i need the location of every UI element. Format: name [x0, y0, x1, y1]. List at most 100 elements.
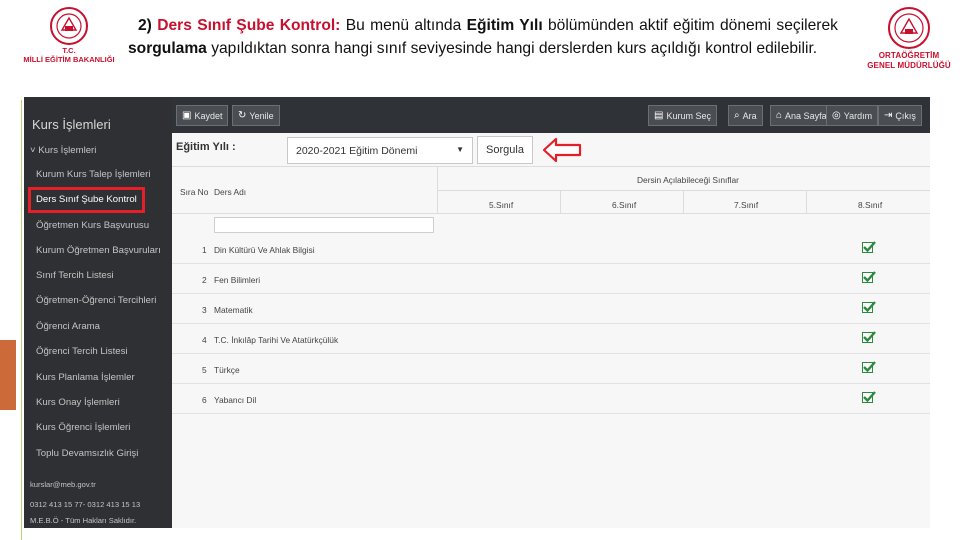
- home-button[interactable]: ⌂ Ana Sayfa: [770, 105, 833, 126]
- sidebar-item-kurs-islemleri[interactable]: ˅ Kurs İşlemleri: [30, 145, 96, 156]
- sidebar-item-ogretmen-kurs-basvurusu[interactable]: Öğretmen Kurs Başvurusu: [36, 220, 149, 231]
- table-top-border: [172, 166, 930, 167]
- grade-8-checkbox[interactable]: [862, 241, 876, 253]
- query-button[interactable]: Sorgula: [477, 136, 533, 164]
- row-number: 5: [202, 365, 207, 375]
- sidebar-item-ogrenci-arama[interactable]: Öğrenci Arama: [36, 321, 100, 332]
- refresh-icon: ↻: [238, 110, 247, 121]
- checkmark-icon: [863, 331, 876, 343]
- course-name: Yabancı Dil: [214, 395, 257, 405]
- column-divider: [683, 190, 684, 213]
- footer-phone: 0312 413 15 77- 0312 413 15 13: [30, 500, 141, 509]
- decorative-line: [21, 100, 22, 540]
- education-year-value: 2020-2021 Eğitim Dönemi: [296, 145, 418, 157]
- checkmark-icon: [863, 391, 876, 403]
- footer-email[interactable]: kurslar@meb.gov.tr: [30, 480, 96, 489]
- sidebar: Kurs İşlemleri ˅ Kurs İşlemleri Kurum Ku…: [24, 97, 172, 528]
- column-group-header: Dersin Açılabileceği Sınıflar: [637, 175, 739, 185]
- row-number: 6: [202, 395, 207, 405]
- meb-emblem-icon: [50, 7, 88, 45]
- table-row[interactable]: 1 Din Kültürü Ve Ahlak Bilgisi: [172, 234, 930, 264]
- column-header-ders-adi: Ders Adı: [214, 187, 247, 197]
- ogm-logo-caption-2: GENEL MÜDÜRLÜĞÜ: [867, 61, 951, 71]
- sidebar-item-kurs-onay[interactable]: Kurs Onay İşlemleri: [36, 397, 120, 408]
- column-header-sira-no: Sıra No: [180, 187, 209, 197]
- checkmark-icon: [863, 241, 876, 253]
- step-title: Ders Sınıf Şube Kontrol:: [157, 17, 341, 34]
- home-label: Ana Sayfa: [785, 110, 827, 121]
- grade-8-checkbox[interactable]: [862, 391, 876, 403]
- refresh-label: Yenile: [249, 110, 274, 121]
- table-row[interactable]: 4 T.C. İnkılâp Tarihi Ve Atatürkçülük: [172, 324, 930, 354]
- search-label: Ara: [742, 110, 757, 121]
- refresh-button[interactable]: ↻ Yenile: [232, 105, 280, 126]
- sidebar-item-ogrenci-tercih-listesi[interactable]: Öğrenci Tercih Listesi: [36, 346, 128, 357]
- sidebar-item-kurs-planlama[interactable]: Kurs Planlama İşlemler: [36, 372, 135, 383]
- column-divider: [806, 190, 807, 213]
- grade-8-checkbox[interactable]: [862, 271, 876, 283]
- sidebar-item-kurum-ogretmen-basvurulari[interactable]: Kurum Öğretmen Başvuruları: [36, 245, 161, 256]
- column-divider: [560, 190, 561, 213]
- ogm-logo: ORTAÖĞRETİM GENEL MÜDÜRLÜĞÜ: [854, 6, 960, 71]
- sidebar-item-toplu-devamsizlik[interactable]: Toplu Devamsızlık Girişi: [36, 448, 138, 459]
- main-panel: ▣ Kaydet ↻ Yenile ▤ Kurum Seç ⌕ Ara ⌂ An…: [172, 97, 930, 528]
- column-header-grade-8: 8.Sınıf: [858, 200, 883, 210]
- meb-logo-caption-2: MİLLİ EĞİTİM BAKANLIĞI: [23, 54, 115, 64]
- search-icon: ⌕: [734, 110, 740, 121]
- pointer-arrow-icon: [542, 137, 582, 163]
- help-icon: ◎: [832, 110, 841, 121]
- description-bold-2: sorgulama: [128, 40, 207, 57]
- help-label: Yardım: [843, 110, 873, 121]
- sidebar-title: Kurs İşlemleri: [32, 117, 111, 132]
- save-button[interactable]: ▣ Kaydet: [176, 105, 229, 126]
- sidebar-item-kurs-ogrenci[interactable]: Kurs Öğrenci İşlemleri: [36, 422, 130, 433]
- table-row[interactable]: 5 Türkçe: [172, 354, 930, 384]
- search-button[interactable]: ⌕ Ara: [728, 105, 763, 126]
- ogm-logo-caption-1: ORTAÖĞRETİM: [878, 51, 940, 60]
- education-year-select[interactable]: 2020-2021 Eğitim Dönemi ▼: [287, 137, 473, 164]
- logout-button[interactable]: ⇥ Çıkış: [878, 105, 922, 126]
- logout-icon: ⇥: [884, 110, 893, 121]
- ogm-emblem-icon: [888, 7, 930, 49]
- course-name: Matematik: [214, 305, 253, 315]
- checkmark-icon: [863, 301, 876, 313]
- footer-copyright: M.E.B.Ö - Tüm Hakları Saklıdır.: [30, 516, 137, 525]
- grade-8-checkbox[interactable]: [862, 361, 876, 373]
- sidebar-item-sinif-tercih-listesi[interactable]: Sınıf Tercih Listesi: [36, 270, 114, 281]
- description-part-2: bölümünden aktif eğitim dönemi seçilerek: [542, 17, 838, 34]
- logout-label: Çıkış: [895, 110, 916, 121]
- home-icon: ⌂: [776, 110, 783, 121]
- course-name: T.C. İnkılâp Tarihi Ve Atatürkçülük: [214, 335, 339, 345]
- description-part-1: Bu menü altında: [340, 17, 467, 34]
- course-name: Din Kültürü Ve Ahlak Bilgisi: [214, 245, 315, 255]
- institution-icon: ▤: [654, 110, 664, 121]
- course-name-filter-input[interactable]: [214, 217, 434, 233]
- table-row[interactable]: 6 Yabancı Dil: [172, 384, 930, 414]
- grade-8-checkbox[interactable]: [862, 331, 876, 343]
- row-number: 3: [202, 305, 207, 315]
- row-number: 2: [202, 275, 207, 285]
- meb-logo-caption-1: T.C.: [62, 46, 76, 55]
- sidebar-item-ders-sinif-sube-kontrol[interactable]: Ders Sınıf Şube Kontrol: [28, 187, 145, 213]
- grade-8-checkbox[interactable]: [862, 301, 876, 313]
- column-header-grade-5: 5.Sınıf: [489, 200, 514, 210]
- slide-description: 2) Ders Sınıf Şube Kontrol: Bu menü altı…: [128, 14, 838, 60]
- app-screenshot: Kurs İşlemleri ˅ Kurs İşlemleri Kurum Ku…: [24, 97, 930, 528]
- sidebar-item-ogretmen-ogrenci-tercihleri[interactable]: Öğretmen-Öğrenci Tercihleri: [36, 295, 156, 306]
- help-button[interactable]: ◎ Yardım: [826, 105, 879, 126]
- decorative-block: [0, 340, 16, 410]
- table-header-border: [172, 213, 930, 214]
- education-year-label: Eğitim Yılı :: [176, 141, 236, 153]
- table-row[interactable]: 3 Matematik: [172, 294, 930, 324]
- sidebar-item-kurum-kurs-talep[interactable]: Kurum Kurs Talep İşlemleri: [36, 169, 150, 180]
- description-part-3: yapıldıktan sonra hangi sınıf seviyesind…: [206, 40, 818, 57]
- table-row[interactable]: 2 Fen Bilimleri: [172, 264, 930, 294]
- select-institution-button[interactable]: ▤ Kurum Seç: [648, 105, 717, 126]
- chevron-down-icon: ▼: [456, 145, 464, 154]
- toolbar: ▣ Kaydet ↻ Yenile ▤ Kurum Seç ⌕ Ara ⌂ An…: [172, 97, 930, 133]
- step-number: 2): [138, 17, 152, 34]
- column-header-grade-6: 6.Sınıf: [612, 200, 637, 210]
- checkmark-icon: [863, 271, 876, 283]
- row-number: 4: [202, 335, 207, 345]
- column-divider: [437, 166, 438, 213]
